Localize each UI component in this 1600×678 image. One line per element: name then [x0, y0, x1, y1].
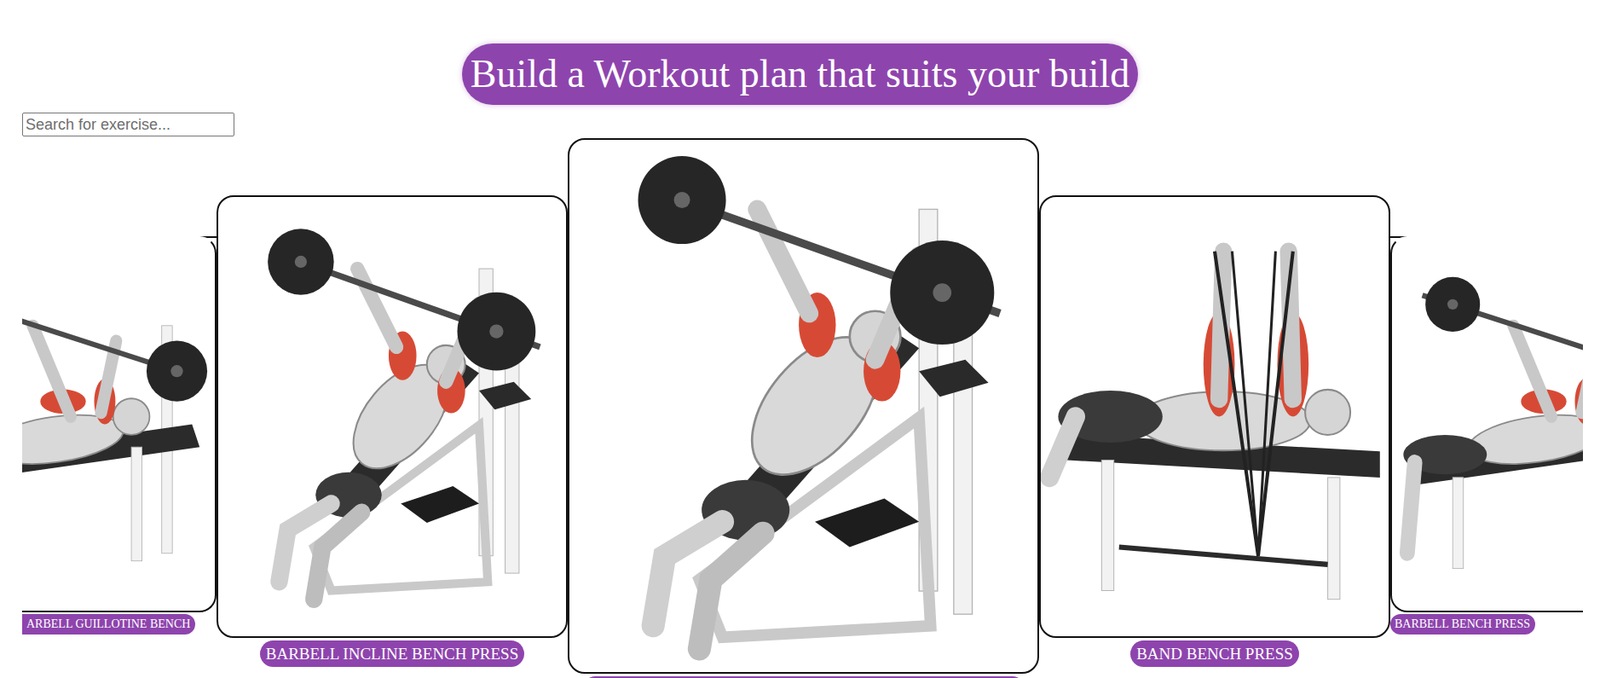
exercise-slot: BARBELL BENCH PRESS	[1390, 138, 1583, 635]
exercise-carousel[interactable]: ARBELL GUILLOTINE BENCH BARBELL INCLINE B…	[22, 138, 1583, 678]
exercise-label[interactable]: BARBELL BENCH PRESS	[1390, 613, 1536, 635]
exercise-label[interactable]	[582, 675, 1026, 678]
exercise-slot: ARBELL GUILLOTINE BENCH	[22, 138, 217, 635]
exercise-illustration-icon	[218, 196, 567, 636]
exercise-card[interactable]	[567, 138, 1040, 674]
search-input[interactable]	[22, 112, 235, 137]
exercise-illustration-icon	[22, 237, 215, 611]
exercise-illustration-icon	[569, 139, 1038, 672]
exercise-label[interactable]: BAND BENCH PRESS	[1130, 640, 1300, 667]
exercise-slot: BAND BENCH PRESS	[1039, 138, 1391, 667]
exercise-card[interactable]	[216, 195, 568, 638]
exercise-card[interactable]	[22, 236, 217, 613]
exercise-card[interactable]	[1039, 195, 1391, 638]
exercise-card[interactable]	[1390, 236, 1583, 613]
exercise-illustration-icon	[1392, 237, 1583, 611]
exercise-slot: BARBELL INCLINE BENCH PRESS	[216, 138, 568, 667]
search-row	[0, 104, 1600, 139]
workout-page: Build a Workout plan that suits your bui…	[0, 0, 1600, 678]
exercise-slot	[567, 138, 1040, 678]
page-title: Build a Workout plan that suits your bui…	[462, 43, 1139, 105]
header: Build a Workout plan that suits your bui…	[0, 0, 1600, 105]
exercise-label[interactable]: BARBELL INCLINE BENCH PRESS	[259, 640, 525, 667]
exercise-illustration-icon	[1040, 196, 1389, 636]
exercise-label[interactable]: ARBELL GUILLOTINE BENCH	[22, 613, 196, 635]
